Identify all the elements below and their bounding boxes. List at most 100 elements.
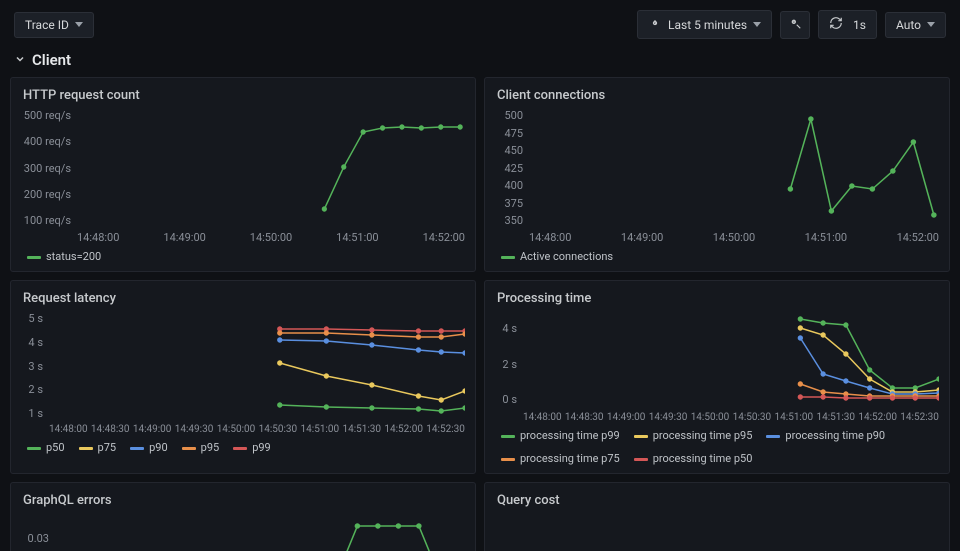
section-title: Client (32, 51, 71, 69)
legend-item[interactable]: processing time p99 (520, 429, 620, 442)
xtick: 14:50:00 (691, 412, 730, 423)
xtick: 14:50:30 (259, 424, 298, 435)
ytick: 0.03 (28, 532, 49, 545)
clock-icon (648, 16, 662, 33)
ytick: 375 (504, 197, 523, 210)
xtick: 14:52:30 (900, 412, 939, 423)
legend-item[interactable]: processing time p50 (653, 452, 753, 465)
ytick: 2 s (28, 383, 43, 396)
xtick: 14:48:00 (523, 412, 562, 423)
xtick: 14:50:00 (250, 231, 292, 244)
panel-title: HTTP request count (23, 88, 465, 103)
xtick: 14:51:00 (805, 231, 847, 244)
ytick: 5 s (28, 312, 43, 325)
xtick: 14:49:30 (649, 412, 688, 423)
auto-dropdown[interactable]: Auto (885, 12, 946, 38)
legend-item[interactable]: Active connections (520, 250, 613, 263)
xtick: 14:52:00 (858, 412, 897, 423)
chart-plot[interactable] (49, 312, 465, 420)
ytick: 475 (504, 127, 523, 140)
chart-plot[interactable] (55, 514, 465, 551)
chevron-down-icon (14, 51, 26, 69)
ytick: 500 (504, 109, 523, 122)
toolbar: Trace ID Last 5 minutes 1s Auto (0, 0, 960, 47)
legend-item[interactable]: p99 (252, 441, 271, 454)
legend-item[interactable]: p95 (201, 441, 220, 454)
legend: Active connections (497, 250, 939, 263)
xtick: 14:48:00 (49, 424, 88, 435)
xtick: 14:49:00 (607, 412, 646, 423)
legend-item[interactable]: p50 (46, 441, 65, 454)
ytick: 2 s (502, 358, 517, 371)
zoom-out-icon (788, 16, 802, 33)
refresh-icon (829, 16, 843, 33)
section-header-client[interactable]: Client (0, 47, 960, 77)
xtick: 14:48:30 (91, 424, 130, 435)
legend-item[interactable]: processing time p90 (785, 429, 885, 442)
xtick: 14:51:00 (775, 412, 814, 423)
legend-item[interactable]: p75 (98, 441, 117, 454)
ytick: 400 (504, 179, 523, 192)
chart-plot[interactable] (77, 109, 465, 227)
chart-plot[interactable] (529, 109, 939, 227)
ytick: 4 s (502, 322, 517, 335)
xtick: 14:50:00 (713, 231, 755, 244)
xtick: 14:50:30 (733, 412, 772, 423)
legend: p50 p75 p90 p95 p99 (23, 441, 465, 454)
legend-item[interactable]: processing time p75 (520, 452, 620, 465)
xtick: 14:51:00 (336, 231, 378, 244)
legend-item[interactable]: p90 (149, 441, 168, 454)
xtick: 14:49:00 (163, 231, 205, 244)
panel-query-cost[interactable]: Query cost (484, 482, 950, 551)
xtick: 14:51:30 (342, 424, 381, 435)
panel-http-request-count[interactable]: HTTP request count 500 req/s 400 req/s 3… (10, 77, 476, 272)
panel-title: Request latency (23, 291, 465, 306)
xtick: 14:48:00 (529, 231, 571, 244)
panel-title: Query cost (497, 493, 939, 508)
legend-item[interactable]: processing time p95 (653, 429, 753, 442)
panel-title: Client connections (497, 88, 939, 103)
xtick: 14:51:30 (816, 412, 855, 423)
chart-plot[interactable] (523, 312, 939, 408)
refresh-control[interactable]: 1s (818, 10, 877, 39)
ytick: 500 req/s (24, 109, 71, 122)
ytick: 100 req/s (24, 214, 71, 227)
refresh-interval-label: 1s (853, 18, 866, 32)
ytick: 400 req/s (24, 135, 71, 148)
ytick: 3 s (28, 360, 43, 373)
ytick: 450 (504, 144, 523, 157)
xtick: 14:48:00 (77, 231, 119, 244)
ytick: 0 s (502, 393, 517, 406)
ytick: 350 (504, 214, 523, 227)
ytick: 300 req/s (24, 162, 71, 175)
legend-item[interactable]: status=200 (46, 250, 101, 263)
ytick: 4 s (28, 336, 43, 349)
panel-title: Processing time (497, 291, 939, 306)
xtick: 14:52:00 (897, 231, 939, 244)
xtick: 14:51:00 (301, 424, 340, 435)
trace-id-label: Trace ID (25, 18, 69, 32)
ytick: 200 req/s (24, 188, 71, 201)
time-range-picker[interactable]: Last 5 minutes (637, 10, 772, 39)
legend: processing time p99 processing time p95 … (497, 429, 939, 465)
xtick: 14:50:00 (217, 424, 256, 435)
ytick: 1 s (28, 407, 43, 420)
zoom-out-button[interactable] (780, 11, 810, 39)
trace-id-dropdown[interactable]: Trace ID (14, 12, 94, 38)
xtick: 14:48:30 (565, 412, 604, 423)
xtick: 14:49:00 (133, 424, 172, 435)
panel-processing-time[interactable]: Processing time 4 s 2 s 0 s (484, 280, 950, 474)
xtick: 14:52:30 (426, 424, 465, 435)
xtick: 14:49:30 (175, 424, 214, 435)
ytick: 425 (504, 162, 523, 175)
panel-title: GraphQL errors (23, 493, 465, 508)
panel-graphql-errors[interactable]: GraphQL errors 0.03 0.02 (10, 482, 476, 551)
auto-label: Auto (896, 18, 921, 32)
xtick: 14:52:00 (384, 424, 423, 435)
xtick: 14:52:00 (423, 231, 465, 244)
time-range-label: Last 5 minutes (668, 18, 747, 32)
xtick: 14:49:00 (621, 231, 663, 244)
panel-request-latency[interactable]: Request latency 5 s 4 s 3 s 2 s 1 s (10, 280, 476, 474)
legend: status=200 (23, 250, 465, 263)
panel-client-connections[interactable]: Client connections 500 475 450 425 400 3… (484, 77, 950, 272)
